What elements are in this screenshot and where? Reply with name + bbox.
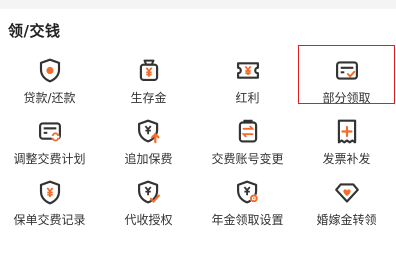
service-item-partial-withdraw[interactable]: 部分领取 bbox=[297, 44, 396, 105]
card-refresh-icon bbox=[38, 122, 61, 142]
service-grid: 贷款/还款 生存金 红利 部分领取 调整交费计划 追加保费 交费账号变更 发票补… bbox=[0, 44, 396, 227]
heart-gem-icon bbox=[334, 183, 359, 203]
card-check-icon bbox=[335, 61, 358, 80]
shield-yen-icon bbox=[39, 180, 60, 205]
service-item-wedding-fund-transfer[interactable]: 婚嫁金转领 bbox=[297, 166, 396, 227]
service-row: 保单交费记录 代收授权 年金领取设置 婚嫁金转领 bbox=[0, 166, 396, 227]
service-item-loan-repay[interactable]: 贷款/还款 bbox=[0, 44, 99, 105]
money-bag-icon bbox=[139, 59, 158, 82]
receipt-plus-icon bbox=[337, 119, 356, 144]
service-item-label: 交费账号变更 bbox=[211, 152, 284, 166]
service-item-label: 红利 bbox=[235, 91, 260, 105]
clipboard-swap-icon bbox=[238, 119, 257, 143]
service-item-label: 年金领取设置 bbox=[211, 213, 284, 227]
service-item-collection-authorization[interactable]: 代收授权 bbox=[99, 166, 198, 227]
service-item-annuity-settings[interactable]: 年金领取设置 bbox=[198, 166, 297, 227]
service-row: 调整交费计划 追加保费 交费账号变更 发票补发 bbox=[0, 105, 396, 166]
service-row: 贷款/还款 生存金 红利 部分领取 bbox=[0, 44, 396, 105]
service-item-label: 婚嫁金转领 bbox=[316, 213, 377, 227]
service-item-label: 保单交费记录 bbox=[13, 213, 86, 227]
section-title: 领/交钱 bbox=[8, 22, 61, 40]
shield-yen-check-icon bbox=[137, 180, 160, 204]
service-item-label: 贷款/还款 bbox=[23, 91, 76, 105]
service-item-label: 发票补发 bbox=[322, 152, 371, 166]
service-item-label: 追加保费 bbox=[124, 152, 173, 166]
service-item-payment-account-change[interactable]: 交费账号变更 bbox=[198, 105, 297, 166]
service-item-dividend[interactable]: 红利 bbox=[198, 44, 297, 105]
service-item-label: 代收授权 bbox=[124, 213, 173, 227]
service-item-invoice-reissue[interactable]: 发票补发 bbox=[297, 105, 396, 166]
shield-yen-gear-icon bbox=[236, 180, 258, 204]
service-item-add-premium[interactable]: 追加保费 bbox=[99, 105, 198, 166]
service-item-payment-records[interactable]: 保单交费记录 bbox=[0, 166, 99, 227]
shield-yen-up-icon bbox=[137, 119, 160, 144]
top-strip bbox=[0, 0, 396, 9]
service-item-survival-fund[interactable]: 生存金 bbox=[99, 44, 198, 105]
service-item-label: 部分领取 bbox=[322, 91, 371, 105]
service-item-label: 调整交费计划 bbox=[13, 152, 86, 166]
service-item-adjust-payment-plan[interactable]: 调整交费计划 bbox=[0, 105, 99, 166]
service-item-label: 生存金 bbox=[130, 91, 167, 105]
shield-circle-icon bbox=[39, 58, 60, 83]
ticket-yen-icon bbox=[236, 62, 259, 79]
